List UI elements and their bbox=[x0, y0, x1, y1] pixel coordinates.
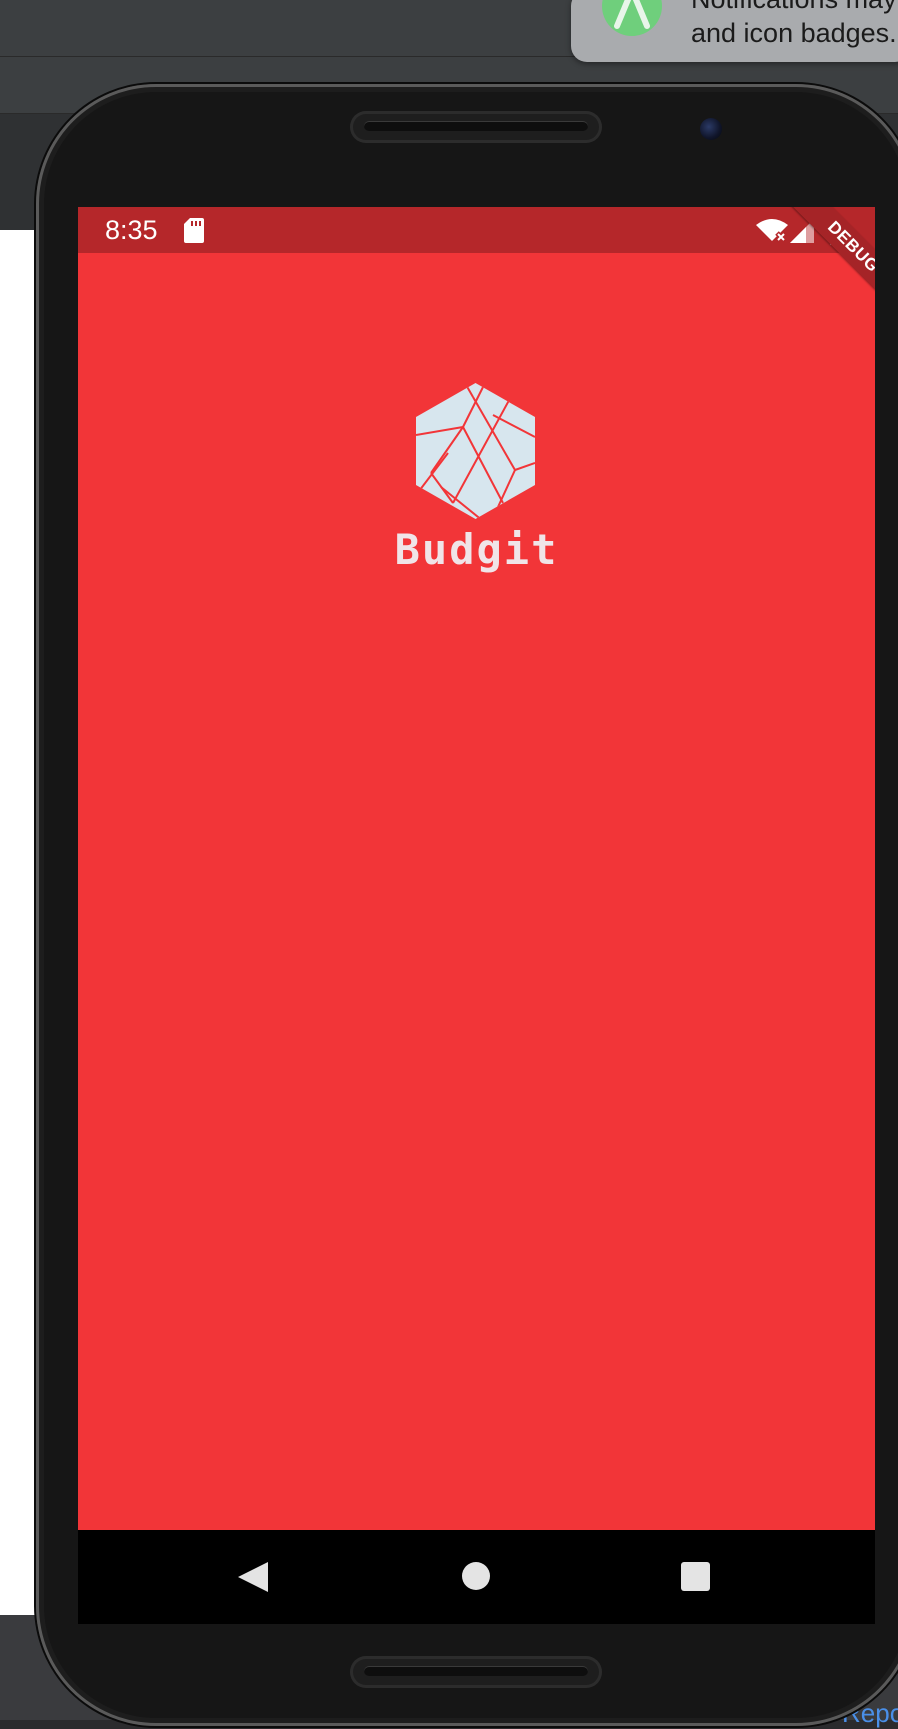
status-time: 8:35 bbox=[105, 215, 158, 245]
notification-line-1: Notifications may bbox=[691, 0, 898, 16]
hexagon-logo-icon bbox=[416, 383, 535, 519]
phone-bottom-speaker bbox=[350, 1656, 602, 1688]
notification-text: Notifications may and icon badges. bbox=[691, 0, 898, 50]
phone-front-camera bbox=[700, 118, 722, 140]
notification-line-2: and icon badges. bbox=[691, 18, 897, 48]
status-bar: 8:35 bbox=[78, 207, 875, 253]
android-navigation-bar bbox=[78, 1530, 875, 1624]
wifi-off-icon bbox=[756, 219, 788, 243]
system-notification[interactable]: Notifications may and icon badges. bbox=[571, 0, 898, 62]
phone-top-speaker bbox=[350, 111, 602, 143]
sd-card-icon bbox=[184, 218, 204, 243]
device-screen[interactable]: 8:35 DEBUG Budgit bbox=[78, 207, 875, 1530]
android-studio-icon bbox=[602, 0, 662, 36]
home-icon[interactable] bbox=[462, 1562, 490, 1590]
app-name: Budgit bbox=[394, 525, 559, 574]
back-icon[interactable] bbox=[236, 1560, 270, 1594]
recents-icon[interactable] bbox=[681, 1562, 710, 1591]
